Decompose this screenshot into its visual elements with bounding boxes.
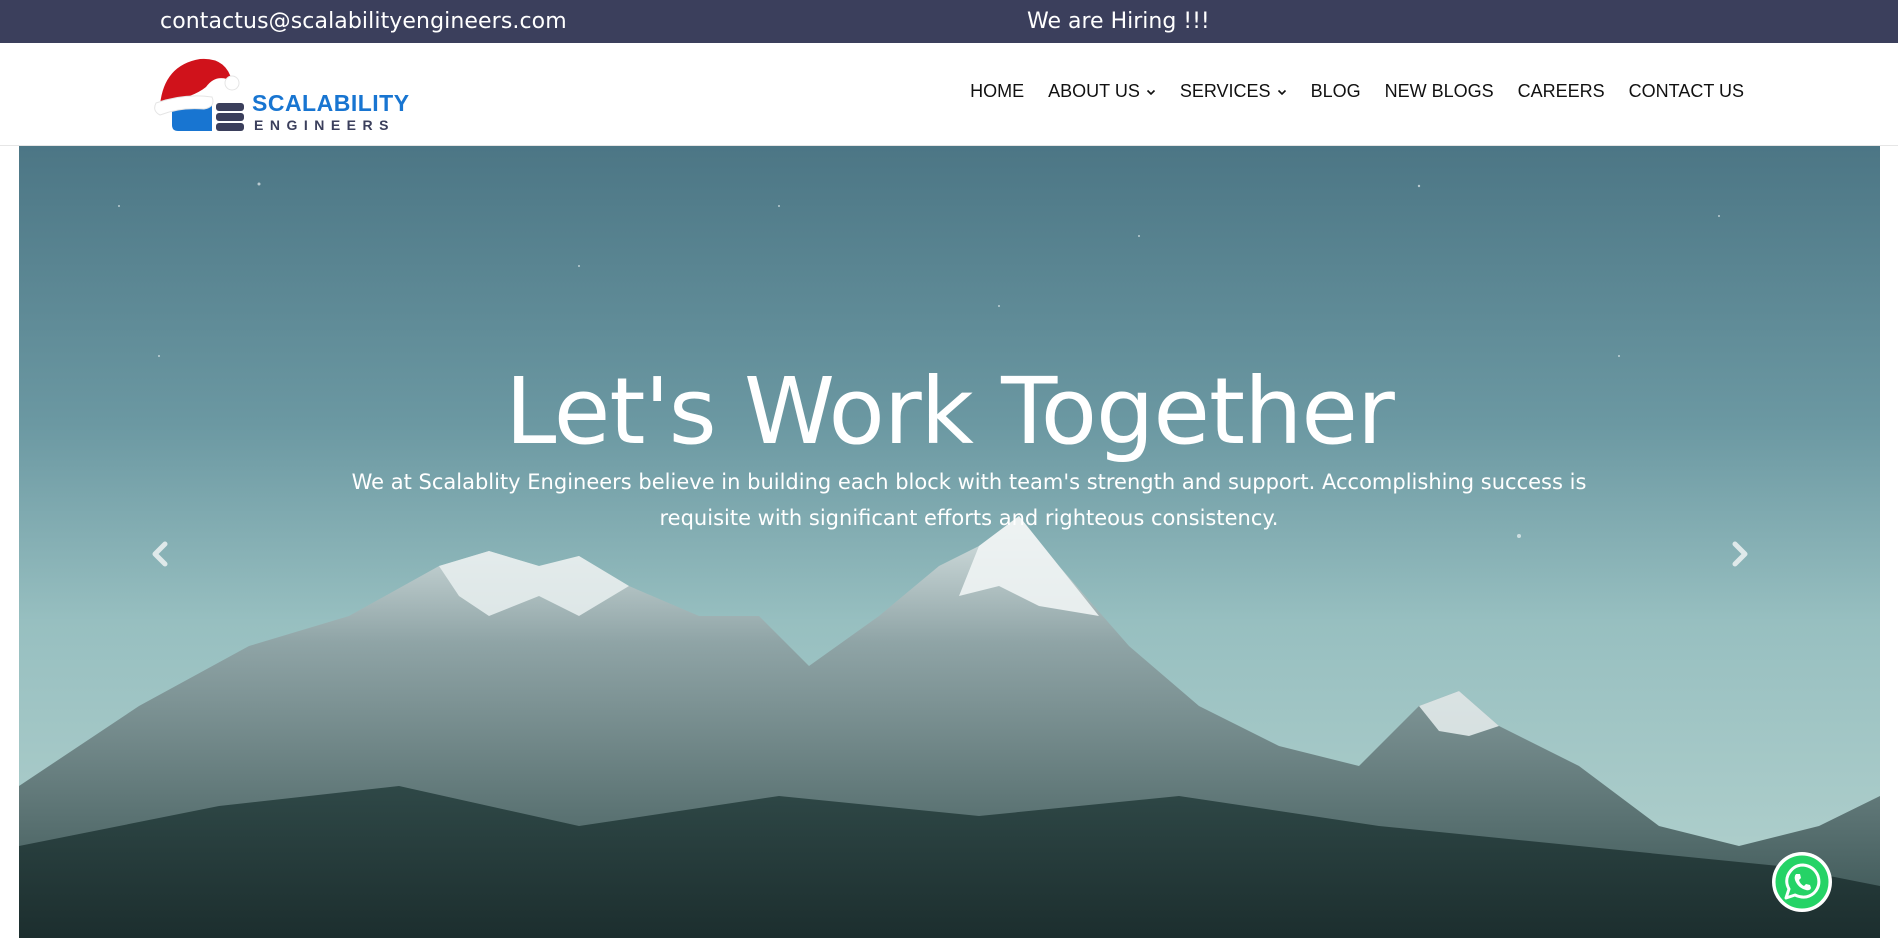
nav-careers[interactable]: CAREERS [1518,81,1605,102]
main-nav: HOME ABOUT US SERVICES BLOG NEW BLOGS CA… [946,81,1744,102]
nav-careers-label: CAREERS [1517,81,1605,101]
nav-contact-us[interactable]: CONTACT US [1629,81,1744,102]
nav-home-label: HOME [970,81,1025,101]
hiring-link[interactable]: We are Hiring !!! [1027,9,1210,34]
logo-wordmark-bottom: ENGINEERS [254,117,395,133]
nav-blog[interactable]: BLOG [1311,81,1361,102]
chevron-down-icon [1277,89,1286,95]
chevron-down-icon [1146,89,1155,95]
contact-email-link[interactable]: contactus@scalabilityengineers.com [160,9,567,34]
top-contact-bar: contactus@scalabilityengineers.com We ar… [0,0,1898,43]
slider-next-button[interactable] [1725,534,1755,574]
nav-about-us-label: ABOUT US [1048,81,1140,101]
slider-prev-button[interactable] [145,534,175,574]
hero-description: We at Scalablity Engineers believe in bu… [351,470,1587,530]
mountain-background-image [19,146,1880,938]
logo-wordmark-top: SCALABILITY [252,90,410,116]
site-header: SCALABILITY ENGINEERS HOME ABOUT US SERV… [0,43,1898,146]
chevron-right-icon [1732,541,1748,567]
chevron-left-icon [152,541,168,567]
nav-about-us[interactable]: ABOUT US [1048,81,1156,102]
nav-services-label: SERVICES [1179,81,1271,101]
nav-new-blogs[interactable]: NEW BLOGS [1385,81,1494,102]
whatsapp-icon [1772,852,1832,912]
hero-slider: Let's Work Together We at Scalablity Eng… [19,146,1880,938]
hero-title: Let's Work Together [505,358,1395,465]
site-logo[interactable]: SCALABILITY ENGINEERS [154,53,414,137]
nav-blog-label: BLOG [1310,81,1361,101]
nav-home[interactable]: HOME [970,81,1024,102]
nav-services[interactable]: SERVICES [1180,81,1287,102]
nav-new-blogs-label: NEW BLOGS [1384,81,1494,101]
nav-contact-us-label: CONTACT US [1628,81,1744,101]
whatsapp-chat-button[interactable] [1772,852,1832,912]
